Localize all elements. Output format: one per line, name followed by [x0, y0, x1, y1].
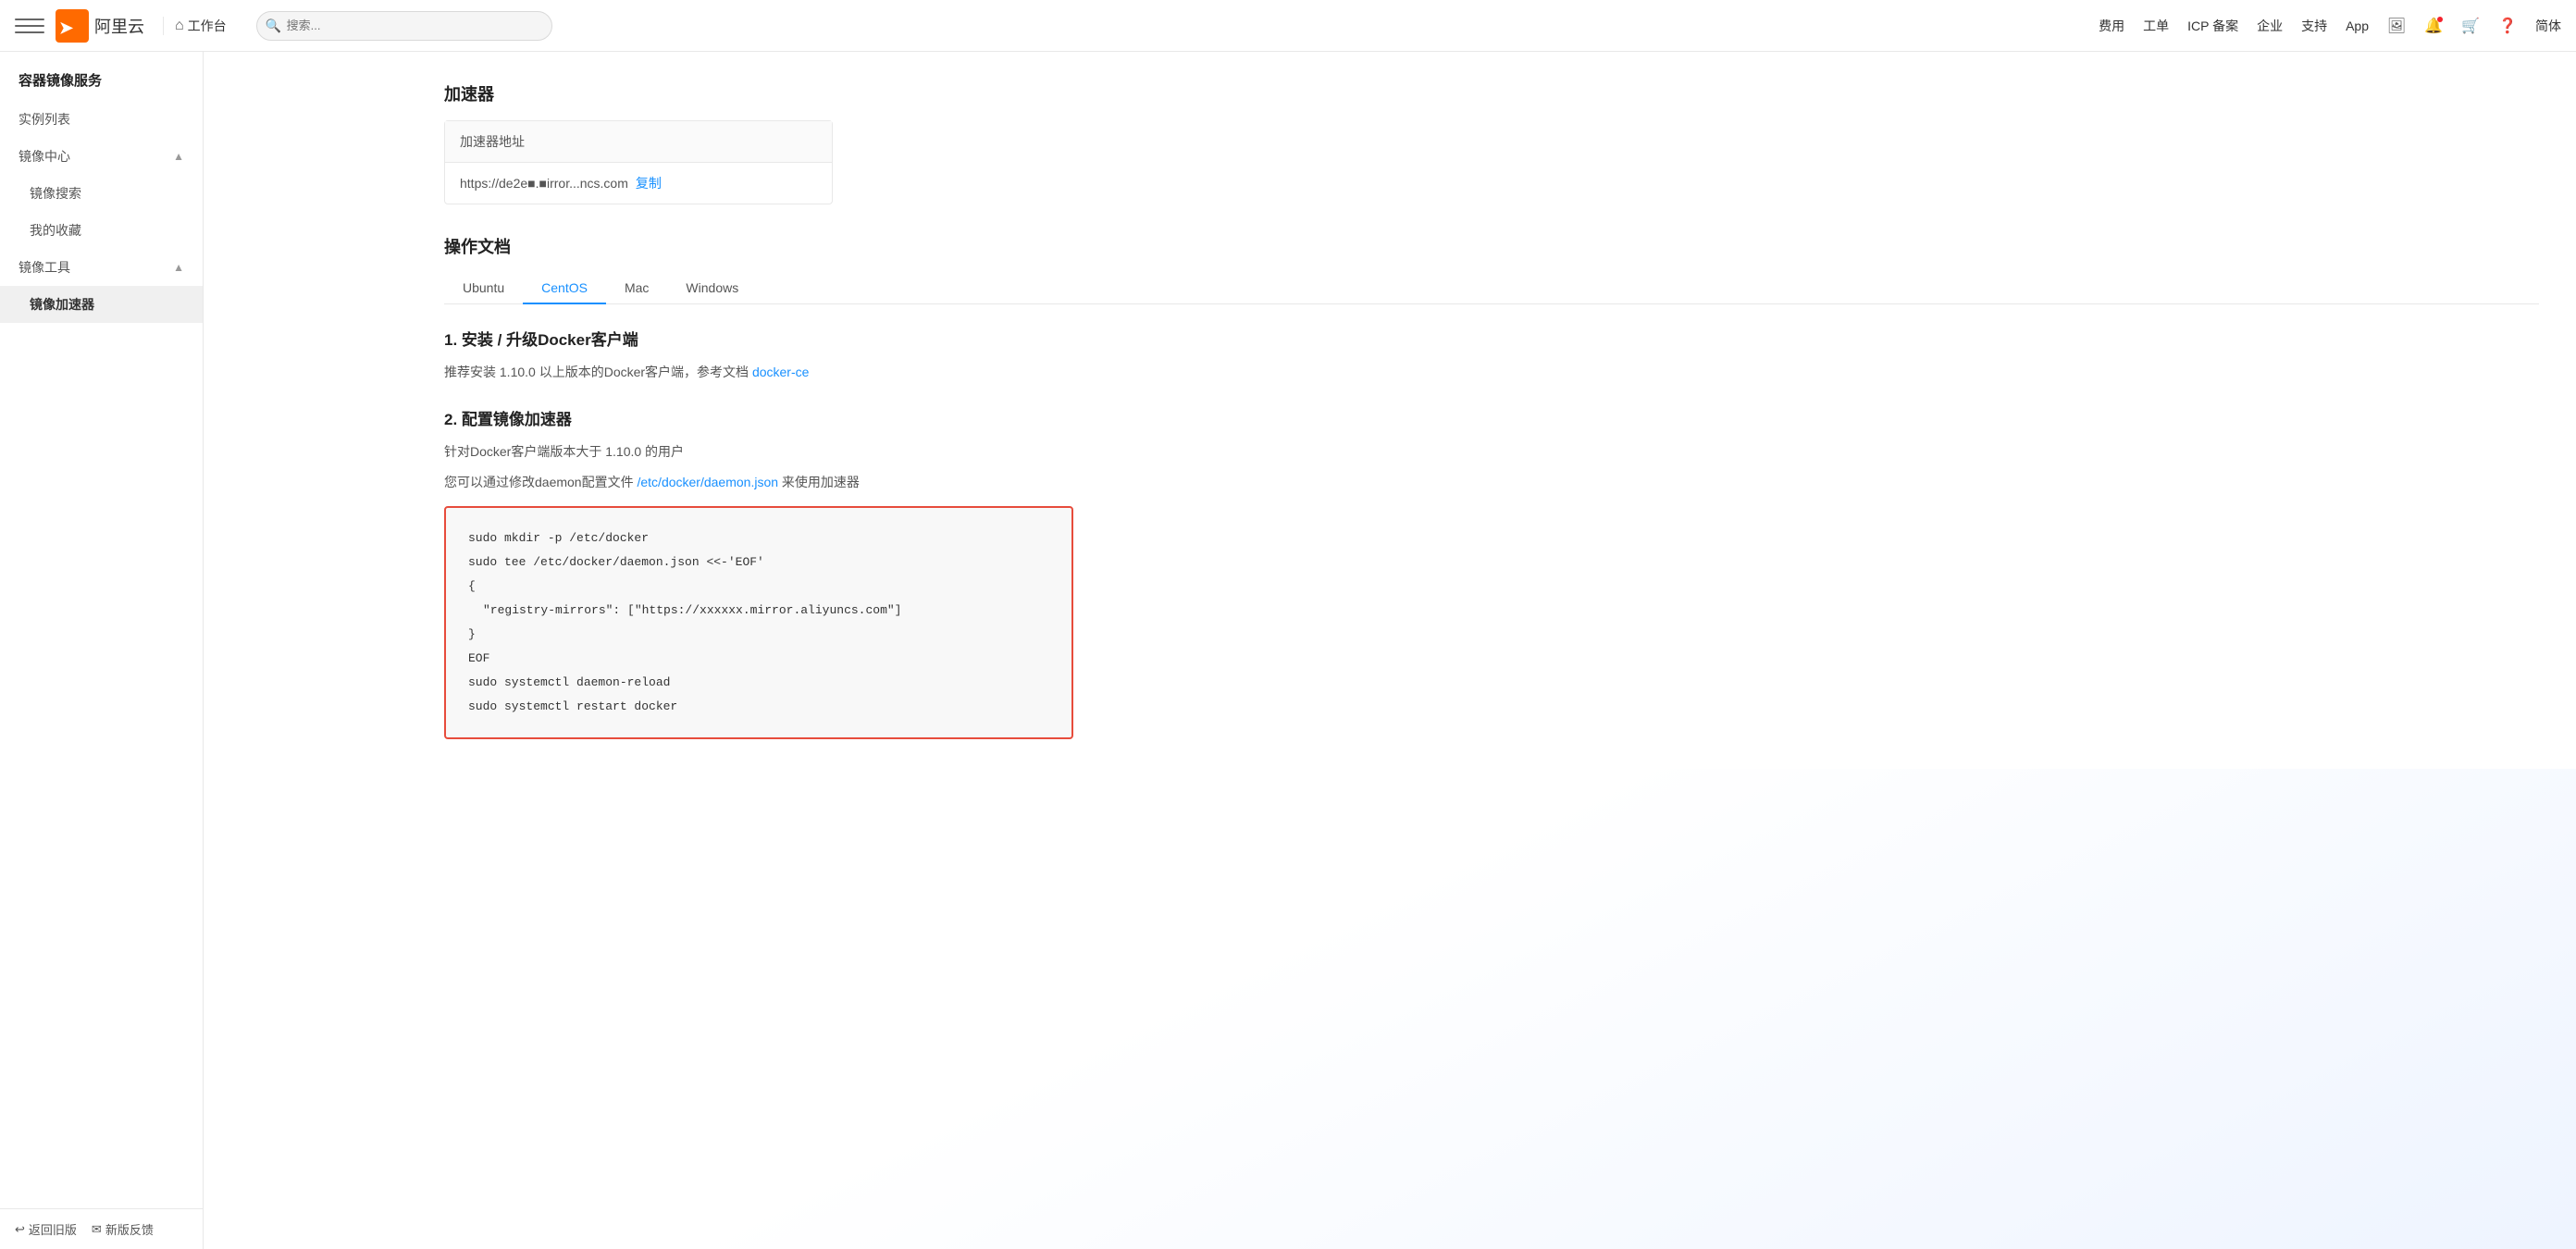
sidebar-group-label: 镜像中心 [19, 147, 70, 166]
search-icon: 🔍 [266, 18, 281, 33]
bell-icon[interactable]: 🔔 [2424, 17, 2443, 35]
workbench-label: 工作台 [188, 17, 227, 35]
mail-icon: ✉ [92, 1222, 102, 1237]
docs-tabs: Ubuntu CentOS Mac Windows [444, 273, 2539, 304]
tab-mac[interactable]: Mac [606, 273, 667, 304]
code-line-3: { [468, 575, 1049, 599]
sidebar-item-my-favorites[interactable]: 我的收藏 [0, 212, 203, 249]
back-to-old-btn[interactable]: ↩ 返回旧版 [15, 1220, 77, 1238]
sidebar-group-mirror-tools[interactable]: 镜像工具 ▲ [0, 249, 203, 286]
home-icon: ⌂ [175, 18, 184, 34]
step1-text: 推荐安装 1.10.0 以上版本的Docker客户端，参考文档 docker-c… [444, 361, 2539, 384]
nav-support[interactable]: 支持 [2301, 17, 2327, 35]
nav-workbench[interactable]: ⌂ 工作台 [163, 17, 238, 35]
code-line-7: sudo systemctl daemon-reload [468, 671, 1049, 695]
nav-logo-text: 阿里云 [94, 14, 144, 38]
accelerator-title: 加速器 [444, 81, 2539, 105]
back-icon: ↩ [15, 1222, 25, 1237]
nav-right: 费用 工单 ICP 备案 企业 支持 App 🖼 🔔 🛒 ❓ 简体 [2099, 17, 2561, 35]
step2-desc1: 针对Docker客户端版本大于 1.10.0 的用户 [444, 440, 2539, 464]
main-content: 加速器 加速器地址 https://de2e■.■irror...ncs.com… [407, 52, 2576, 769]
code-line-5: } [468, 623, 1049, 647]
sidebar-item-label: 镜像搜索 [30, 184, 81, 203]
sidebar-item-label: 镜像加速器 [30, 295, 94, 314]
sidebar-footer: ↩ 返回旧版 ✉ 新版反馈 [0, 1208, 203, 1249]
sidebar-service-title: 容器镜像服务 [0, 52, 203, 101]
feedback-btn[interactable]: ✉ 新版反馈 [92, 1220, 154, 1238]
step2-desc2: 您可以通过修改daemon配置文件 /etc/docker/daemon.jso… [444, 471, 2539, 494]
chevron-up-icon: ▲ [173, 261, 184, 274]
tab-ubuntu[interactable]: Ubuntu [444, 273, 523, 304]
back-label: 返回旧版 [29, 1220, 77, 1238]
nav-logo: ➤ 阿里云 [56, 9, 144, 43]
code-line-4: "registry-mirrors": ["https://xxxxxx.mir… [468, 599, 1049, 623]
sidebar-group-label: 镜像工具 [19, 258, 70, 277]
top-nav: ➤ 阿里云 ⌂ 工作台 🔍 费用 工单 ICP 备案 企业 支持 App 🖼 🔔… [0, 0, 2576, 52]
sidebar: 容器镜像服务 实例列表 镜像中心 ▲ 镜像搜索 我的收藏 镜像工具 ▲ 镜像加速… [0, 52, 204, 1249]
feedback-label: 新版反馈 [105, 1220, 154, 1238]
nav-app[interactable]: App [2346, 19, 2369, 33]
step2-title: 2. 配置镜像加速器 [444, 406, 2539, 429]
nav-icp[interactable]: ICP 备案 [2187, 17, 2238, 35]
code-block: sudo mkdir -p /etc/docker sudo tee /etc/… [444, 506, 1073, 739]
help-icon[interactable]: ❓ [2498, 17, 2517, 35]
sidebar-item-mirror-accelerator[interactable]: 镜像加速器 [0, 286, 203, 323]
docs-title: 操作文档 [444, 234, 2539, 258]
nav-enterprise[interactable]: 企业 [2257, 17, 2283, 35]
sidebar-item-label: 实例列表 [19, 110, 70, 129]
image-icon[interactable]: 🖼 [2387, 17, 2406, 35]
sidebar-item-instance-list[interactable]: 实例列表 [0, 101, 203, 138]
copy-button[interactable]: 复制 [636, 174, 662, 192]
sidebar-item-mirror-search[interactable]: 镜像搜索 [0, 175, 203, 212]
accelerator-url: https://de2e■.■irror...ncs.com [460, 176, 628, 191]
daemon-json-link[interactable]: /etc/docker/daemon.json [637, 475, 778, 489]
profile-label[interactable]: 简体 [2535, 17, 2561, 35]
notification-dot [2437, 17, 2443, 22]
hamburger-menu[interactable] [15, 11, 44, 41]
code-line-8: sudo systemctl restart docker [468, 695, 1049, 719]
chevron-up-icon: ▲ [173, 150, 184, 163]
accelerator-box-body: https://de2e■.■irror...ncs.com 复制 [445, 163, 832, 204]
code-line-2: sudo tee /etc/docker/daemon.json <<-'EOF… [468, 550, 1049, 575]
page-layout: 容器镜像服务 实例列表 镜像中心 ▲ 镜像搜索 我的收藏 镜像工具 ▲ 镜像加速… [0, 52, 2576, 1249]
nav-search-container: 🔍 [256, 11, 552, 41]
sidebar-item-label: 我的收藏 [30, 221, 81, 240]
accelerator-box-header: 加速器地址 [445, 121, 832, 163]
tab-windows[interactable]: Windows [667, 273, 757, 304]
step1-title: 1. 安装 / 升级Docker客户端 [444, 327, 2539, 350]
step1-link[interactable]: docker-ce [752, 365, 809, 379]
sidebar-group-mirror-center[interactable]: 镜像中心 ▲ [0, 138, 203, 175]
accelerator-box: 加速器地址 https://de2e■.■irror...ncs.com 复制 [444, 120, 833, 204]
svg-text:➤: ➤ [59, 19, 74, 37]
cart-icon[interactable]: 🛒 [2461, 17, 2480, 35]
nav-fee[interactable]: 费用 [2099, 17, 2124, 35]
tab-centos[interactable]: CentOS [523, 273, 606, 304]
code-line-1: sudo mkdir -p /etc/docker [468, 526, 1049, 550]
nav-ticket[interactable]: 工单 [2143, 17, 2169, 35]
search-input[interactable] [256, 11, 552, 41]
aliyun-logo-icon: ➤ [56, 9, 89, 43]
code-line-6: EOF [468, 647, 1049, 671]
